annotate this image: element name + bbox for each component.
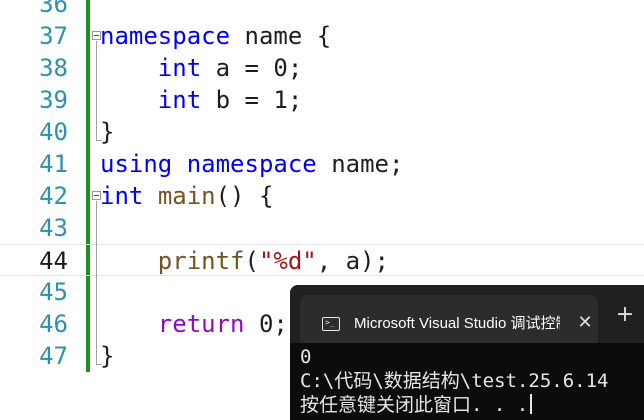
code-token: printf (157, 247, 245, 275)
code-token: b = 1; (201, 86, 303, 114)
code-text: using namespace name; (100, 148, 403, 180)
code-line[interactable]: 41 using namespace name; (0, 148, 644, 180)
code-text: int b = 1; (100, 84, 303, 116)
code-token: return (157, 310, 245, 338)
terminal-line: C:\代码\数据结构\test.25.6.14 (300, 370, 609, 392)
code-token: a = 0; (201, 54, 303, 82)
terminal-tab[interactable]: >_ Microsoft Visual Studio 调试控制台 ✕ (300, 295, 598, 343)
code-token: using (100, 150, 173, 178)
terminal-output[interactable]: 0 C:\代码\数据结构\test.25.6.14 按任意键关闭此窗口. . . (290, 343, 644, 420)
terminal-line: 0 (300, 346, 312, 368)
line-number: 45 (39, 278, 68, 306)
code-token: } (100, 342, 115, 370)
code-token: int (157, 54, 202, 82)
terminal-line: 按任意键关闭此窗口. . . (300, 393, 533, 417)
code-text: } (100, 340, 114, 372)
code-token: , a); (316, 247, 389, 275)
code-token: name { (230, 22, 332, 50)
code-text: int a = 0; (100, 52, 303, 84)
line-number: 44 (39, 247, 68, 275)
code-token: name; (316, 150, 404, 178)
code-text: return 0; (100, 308, 288, 340)
code-token: namespace (100, 22, 231, 50)
line-number: 41 (39, 150, 68, 178)
code-line[interactable]: 36 (0, 0, 644, 20)
fold-outline-end (96, 364, 102, 365)
line-number: 40 (39, 118, 68, 146)
line-number: 37 (39, 22, 68, 50)
new-tab-button[interactable]: + (612, 302, 638, 328)
line-number: 46 (39, 310, 68, 338)
line-number: 36 (39, 0, 68, 18)
terminal-tab-bar: >_ Microsoft Visual Studio 调试控制台 ✕ + (290, 285, 644, 343)
code-token: 0; (244, 310, 288, 338)
code-token: main (157, 182, 216, 210)
line-number: 39 (39, 86, 68, 114)
text-cursor (530, 394, 533, 414)
terminal-prompt-text: 按任意键关闭此窗口. . . (300, 394, 529, 416)
code-token: int (157, 86, 202, 114)
code-token: } (100, 118, 115, 146)
code-text: namespace name { (100, 20, 331, 52)
code-token: int (100, 182, 144, 210)
fold-outline-end (96, 140, 102, 141)
line-number: 47 (39, 342, 68, 370)
code-text: int main() { (100, 180, 273, 212)
line-number: 38 (39, 54, 68, 82)
terminal-tab-title: Microsoft Visual Studio 调试控制台 (354, 315, 560, 332)
fold-outline (96, 41, 97, 140)
code-token: ( (244, 247, 259, 275)
line-number: 43 (39, 214, 68, 242)
code-text: } (100, 116, 114, 148)
code-token: namespace (186, 150, 317, 178)
fold-collapse-icon[interactable] (92, 31, 101, 40)
terminal-icon: >_ (322, 317, 340, 331)
close-tab-button[interactable]: ✕ (574, 312, 596, 334)
line-number: 42 (39, 182, 68, 210)
code-token: "%d" (258, 247, 317, 275)
fold-outline (96, 201, 97, 364)
code-token: () { (215, 182, 274, 210)
fold-collapse-icon[interactable] (92, 191, 101, 200)
debug-console-window[interactable]: >_ Microsoft Visual Studio 调试控制台 ✕ + 0 C… (290, 285, 644, 420)
code-text: printf("%d", a); (100, 245, 389, 277)
